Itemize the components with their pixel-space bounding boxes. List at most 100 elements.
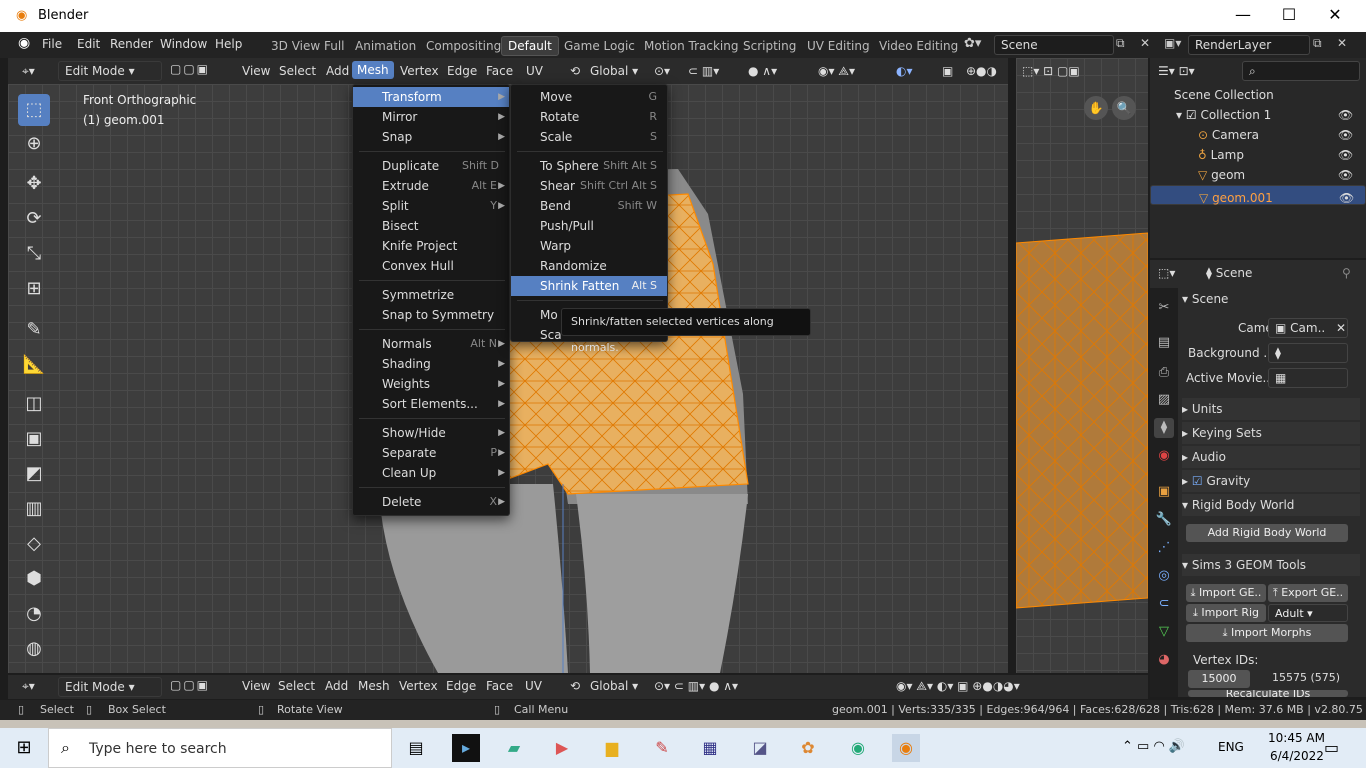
mesh-menu-item-weights[interactable]: Weights ▶ [353,374,509,394]
rotate-tool-icon[interactable]: ⟳ [18,203,50,235]
snap-icon[interactable]: ⊂ ▥▾ [688,64,719,78]
recalculate-ids-button[interactable]: Recalculate IDs [1188,690,1348,697]
mesh-menu-item-shading[interactable]: Shading ▶ [353,354,509,374]
clear-camera-icon[interactable]: ✕ [1336,321,1346,335]
xray-icon[interactable]: ▣ [942,64,953,78]
notification-icon[interactable]: ▭ [1324,738,1339,757]
mesh-menu-item-knife-project[interactable]: Knife Project [353,236,509,256]
scene-field[interactable]: Scene [994,35,1114,55]
task-view-icon[interactable]: ▤ [402,734,430,762]
outliner-row-collection[interactable]: ▾ ☑ Collection 1 👁 [1150,105,1366,125]
extrude-tool-icon[interactable]: ◫ [18,388,50,420]
physics-tab-icon[interactable]: ◎ [1154,566,1174,586]
mesh-menu-item-snap-to-symmetry[interactable]: Snap to Symmetry [353,305,509,325]
mesh-menu-item-convex-hull[interactable]: Convex Hull [353,256,509,276]
cursor-tool-icon[interactable]: ⊕ [18,128,50,160]
polybuild-tool-icon[interactable]: ⬢ [18,563,50,595]
measure-tool-icon[interactable]: 📐 [18,349,50,381]
bottom-menu-vertex[interactable]: Vertex [399,679,438,693]
transform-menu-item-bend[interactable]: Bend Shift W [511,196,667,216]
hand-pan-icon[interactable]: ✋ [1084,96,1108,120]
menu-add[interactable]: Add [326,64,349,78]
mesh-menu-item-duplicate[interactable]: Duplicate Shift D [353,156,509,176]
paint-app-icon[interactable]: ✎ [648,734,676,762]
bottom-orientation-icon[interactable]: ⟲ [570,679,580,693]
data-tab-icon[interactable]: ▽ [1154,622,1174,642]
mesh-menu-item-transform[interactable]: Transform ▶ [353,87,509,107]
bottom-menu-view[interactable]: View [242,679,270,693]
transform-menu-item-scale[interactable]: Scale S [511,127,667,147]
language-indicator[interactable]: ENG [1218,740,1244,754]
outliner-row-scene-collection[interactable]: Scene Collection [1150,85,1366,105]
gravity-checkbox-icon[interactable]: ☑ [1192,474,1203,488]
transform-menu-item-push-pull[interactable]: Push/Pull [511,216,667,236]
pivot-icon[interactable]: ⊙▾ [654,64,670,78]
outliner-row-geom[interactable]: ▽ geom 👁 [1150,165,1366,185]
shading-icons[interactable]: ⊕●◑ [966,64,997,78]
minimize-button[interactable]: — [1220,0,1266,32]
editor-type-icon[interactable]: ⌖▾ [22,64,35,79]
windows-start-icon[interactable]: ⊞ [10,734,38,762]
transform-tool-icon[interactable]: ⊞ [18,273,50,305]
mesh-menu-item-mirror[interactable]: Mirror ▶ [353,107,509,127]
mesh-menu-item-show-hide[interactable]: Show/Hide ▶ [353,423,509,443]
transform-menu-item-randomize[interactable]: Randomize [511,256,667,276]
menu-uv[interactable]: UV [526,64,543,78]
modifier-tab-icon[interactable]: 🔧 [1154,510,1174,530]
checkbox-icon[interactable]: ☑ [1186,108,1197,122]
outliner-search-input[interactable]: ⌕ [1242,61,1360,81]
menu-window[interactable]: Window [160,37,207,51]
section-units[interactable]: ▸ Units [1182,398,1360,420]
bottom-visibility-icon[interactable]: ◉▾ ⟁▾ ◐▾ ▣ ⊕●◑◕▾ [896,679,1020,694]
menu-file[interactable]: File [42,37,62,51]
tab-game-logic[interactable]: Game Logic [564,39,635,53]
bottom-menu-uv[interactable]: UV [525,679,542,693]
side-header-icons[interactable]: ⬚▾ ⊡ ▢▣ [1022,64,1080,78]
eye-icon[interactable]: 👁 [1338,165,1353,185]
taskbar-search-box[interactable]: ⌕ Type here to search [48,728,392,768]
bottom-menu-edge[interactable]: Edge [446,679,476,693]
tab-video-editing[interactable]: Video Editing [879,39,958,53]
new-scene-icon[interactable]: ⧉ [1116,36,1125,51]
terminal-app-icon[interactable]: ▸ [452,734,480,762]
menu-edit[interactable]: Edit [77,37,100,51]
menu-view[interactable]: View [242,64,270,78]
transform-menu-item-shear[interactable]: Shear Shift Ctrl Alt S [511,176,667,196]
new-renderlayer-icon[interactable]: ⧉ [1313,36,1322,51]
mesh-menu-item-separate[interactable]: Separate P ▶ [353,443,509,463]
import-rig-button[interactable]: ⤓ Import Rig [1186,604,1266,622]
inset-tool-icon[interactable]: ▣ [18,423,50,455]
bottom-menu-select[interactable]: Select [278,679,315,693]
move-tool-icon[interactable]: ✥ [18,168,50,200]
outliner-row-geom001[interactable]: ▽ geom.001 👁 [1150,185,1366,205]
eye-icon[interactable]: 👁 [1338,125,1353,145]
pin-icon[interactable]: ⚲ [1342,266,1351,280]
transform-menu-item-move[interactable]: Move G [511,87,667,107]
mesh-menu-item-extrude[interactable]: Extrude Alt E ▶ [353,176,509,196]
renderlayer-icon[interactable]: ▣▾ [1164,36,1181,50]
bottom-menu-mesh[interactable]: Mesh [358,679,390,693]
constraints-tab-icon[interactable]: ⊂ [1154,594,1174,614]
bottom-editor-type-icon[interactable]: ⌖▾ [22,679,35,694]
knife-tool-icon[interactable]: ◇ [18,528,50,560]
view-layer-tab-icon[interactable]: ▨ [1154,390,1174,410]
scene-tab-icon[interactable]: ⧫ [1154,418,1174,438]
mesh-menu-item-snap[interactable]: Snap ▶ [353,127,509,147]
mode-select[interactable]: Edit Mode ▾ [58,61,162,81]
transform-menu-item-rotate[interactable]: Rotate R [511,107,667,127]
mesh-menu-item-bisect[interactable]: Bisect [353,216,509,236]
close-button[interactable]: ✕ [1312,0,1358,32]
bottom-menu-add[interactable]: Add [325,679,348,693]
world-tab-icon[interactable]: ◉ [1154,446,1174,466]
mesh-menu-item-clean-up[interactable]: Clean Up ▶ [353,463,509,483]
age-select[interactable]: Adult ▾ [1268,604,1348,622]
clock-time[interactable]: 10:45 AM [1268,731,1325,745]
vertex-id-start-field[interactable]: 15000 [1188,670,1250,688]
section-rigid-body[interactable]: ▾ Rigid Body World [1182,494,1360,516]
outliner-editor-icon[interactable]: ☰▾ ⊡▾ [1158,64,1195,78]
mesh-menu-item-delete[interactable]: Delete X ▶ [353,492,509,512]
eye-icon[interactable]: 👁 [1339,188,1354,208]
mesh-menu-item-symmetrize[interactable]: Symmetrize [353,285,509,305]
section-keying-sets[interactable]: ▸ Keying Sets [1182,422,1360,444]
tab-compositing[interactable]: Compositing [426,39,501,53]
